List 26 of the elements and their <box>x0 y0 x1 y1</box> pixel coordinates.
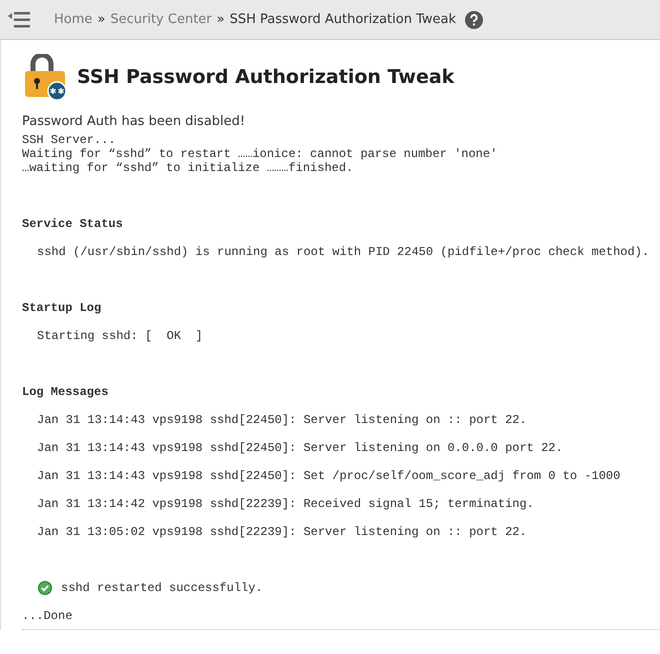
page-title: SSH Password Authorization Tweak <box>77 66 454 88</box>
log-line: sshd (/usr/sbin/sshd) is running as root with PID 22450 (pidfile+/proc check method). <box>37 245 650 259</box>
log-line: Jan 31 13:14:43 vps9198 sshd[22450]: Server listening on 0.0.0.0 port 22. <box>37 441 564 455</box>
log-line: Jan 31 13:05:02 vps9198 sshd[22239]: Server listening on :: port 22. <box>37 525 528 539</box>
done-text: ...Done <box>22 609 74 623</box>
help-icon[interactable] <box>465 10 483 28</box>
section-heading: Startup Log <box>22 301 102 315</box>
log-line: Jan 31 13:14:42 vps9198 sshd[22239]: Received signal 15; terminating. <box>37 497 535 511</box>
success-message: sshd restarted successfully. <box>61 581 263 595</box>
breadcrumb-current: SSH Password Authorization Tweak <box>230 12 456 27</box>
log-line: Starting sshd: [ OK ] <box>37 329 204 343</box>
output-line: …waiting for “sshd” to initialize ………finished. <box>22 161 354 175</box>
breadcrumb-separator: » <box>216 12 225 27</box>
section-heading: Service Status <box>22 217 124 231</box>
check-icon <box>38 581 52 595</box>
status-message: Password Auth has been disabled! <box>22 114 246 129</box>
breadcrumb-separator: » <box>97 12 106 27</box>
output-line: SSH Server... <box>22 133 117 147</box>
padlock-icon <box>25 54 67 100</box>
log-line: Jan 31 13:14:43 vps9198 sshd[22450]: Set /proc/self/oom_score_adj from 0 to -1000 <box>37 469 622 483</box>
log-line: Jan 31 13:14:43 vps9198 sshd[22450]: Server listening on :: port 22. <box>37 413 528 427</box>
breadcrumb-link[interactable]: Home <box>54 12 92 27</box>
output-line: Waiting for “sshd” to restart ……ionice: cannot parse number 'none' <box>22 147 498 161</box>
section-heading: Log Messages <box>22 385 110 399</box>
breadcrumb-link[interactable]: Security Center <box>110 12 212 27</box>
menu-icon[interactable] <box>8 10 30 28</box>
